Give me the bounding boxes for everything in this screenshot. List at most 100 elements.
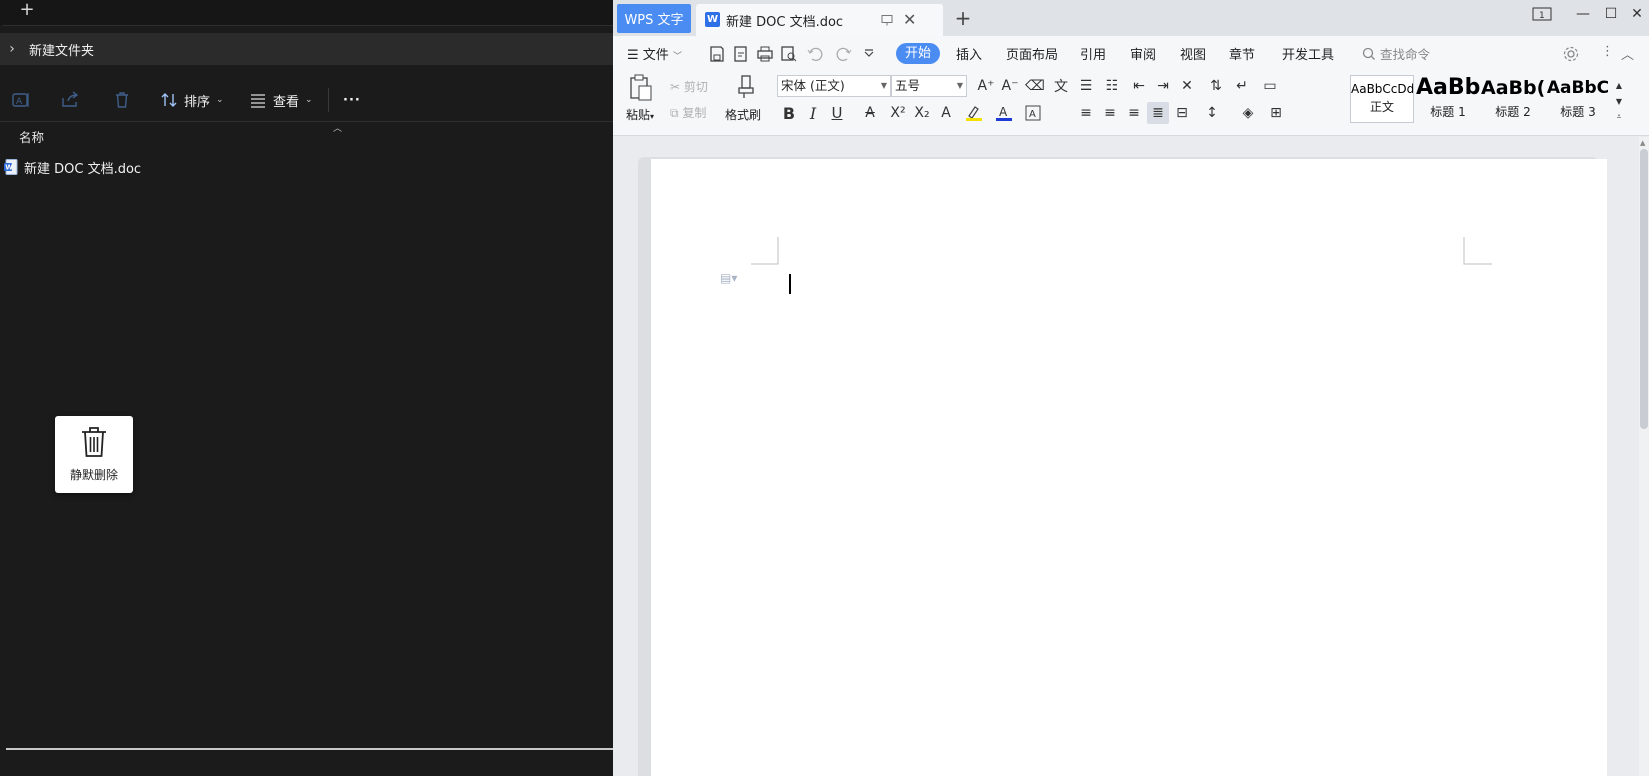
font-color-icon[interactable]: A	[993, 102, 1015, 124]
text-effect-icon[interactable]: A	[935, 102, 957, 124]
paste-icon[interactable]	[627, 74, 655, 102]
tab-insert[interactable]: 插入	[956, 44, 982, 63]
paste-label: 粘贴	[626, 108, 651, 122]
phonetic-guide-icon[interactable]: 文	[1050, 75, 1072, 97]
share-icon[interactable]	[56, 86, 84, 114]
redo-icon[interactable]	[835, 45, 853, 63]
new-tab-button[interactable]: +	[12, 0, 42, 23]
bullet-list-icon[interactable]: ☰	[1075, 75, 1097, 97]
column-header-name[interactable]: 名称	[19, 127, 44, 146]
tab-start[interactable]: 开始	[896, 43, 940, 64]
save-icon[interactable]	[708, 45, 726, 63]
file-name: 新建 DOC 文档.doc	[24, 161, 142, 177]
tab-chapter[interactable]: 章节	[1229, 44, 1255, 63]
style-name-heading-1: 标题 1	[1430, 105, 1466, 119]
print-icon[interactable]	[756, 45, 774, 63]
align-center-icon[interactable]: ≡	[1099, 102, 1121, 124]
align-right-icon[interactable]: ≡	[1123, 102, 1145, 124]
maximize-button[interactable]: ☐	[1597, 6, 1625, 22]
borders-icon[interactable]: ⊞	[1265, 102, 1287, 124]
grow-font-icon[interactable]: A⁺	[975, 75, 997, 97]
export-pdf-icon[interactable]	[732, 45, 750, 63]
sort-text-icon[interactable]: ⇅	[1205, 75, 1227, 97]
style-heading-3[interactable]: AaBbC 标题 3	[1546, 75, 1610, 123]
styles-more-icon[interactable]: ⩡	[1613, 106, 1625, 128]
close-window-button[interactable]: ✕	[1623, 6, 1649, 22]
file-list-item[interactable]: W 新建 DOC 文档.doc	[4, 155, 304, 179]
table-ruler-icon[interactable]: ▭	[1259, 75, 1281, 97]
tab-view[interactable]: 视图	[1180, 44, 1206, 63]
paste-button[interactable]: 粘贴▾	[626, 106, 654, 123]
delete-icon[interactable]	[108, 86, 136, 114]
strikethrough-icon[interactable]: A	[859, 102, 881, 124]
collapse-ribbon-icon[interactable]: ︿	[1621, 44, 1634, 63]
cut-label: 剪切	[683, 80, 708, 94]
wps-home-tab[interactable]: WPS 文字	[617, 4, 691, 33]
font-size-value: 五号	[895, 78, 921, 93]
pin-tab-icon[interactable]	[881, 14, 893, 26]
sort-button[interactable]: 排序 ⌄	[160, 86, 224, 114]
tab-references[interactable]: 引用	[1080, 44, 1106, 63]
close-tab-icon[interactable]: ✕	[903, 10, 916, 29]
style-heading-1[interactable]: AaBb 标题 1	[1416, 75, 1480, 123]
distributed-align-icon[interactable]: ⊟	[1171, 102, 1193, 124]
paragraph-options-icon[interactable]: ▤▾	[720, 271, 737, 285]
tab-developer-tools[interactable]: 开发工具	[1282, 44, 1334, 63]
view-button[interactable]: 查看 ⌄	[249, 86, 313, 114]
customize-toolbar-icon[interactable]	[860, 45, 878, 63]
new-tab-button[interactable]: +	[951, 6, 975, 30]
file-menu-label: 文件	[642, 48, 669, 63]
bold-icon[interactable]: B	[778, 102, 800, 124]
file-menu[interactable]: ☰ 文件 ﹀	[627, 44, 682, 63]
silent-delete-popup[interactable]: 静默删除	[55, 416, 133, 493]
more-options-icon[interactable]: ⋮	[1601, 44, 1614, 59]
scroll-up-arrow-icon[interactable]: ▲	[1640, 139, 1645, 147]
view-label: 查看	[273, 94, 300, 110]
chinese-layout-icon[interactable]: ✕	[1176, 75, 1198, 97]
document-tab[interactable]: W 新建 DOC 文档.doc ✕	[696, 4, 943, 36]
justify-icon[interactable]: ≣	[1147, 102, 1169, 124]
more-options-button[interactable]: ···	[343, 86, 361, 114]
format-painter-icon[interactable]	[733, 73, 759, 101]
align-left-icon[interactable]: ≡	[1075, 102, 1097, 124]
shading-icon[interactable]: ◈	[1237, 102, 1259, 124]
style-preview-heading-2: AaBb(	[1481, 77, 1545, 99]
document-page[interactable]: ▤▾	[651, 159, 1607, 776]
format-painter-label[interactable]: 格式刷	[725, 106, 761, 123]
breadcrumb-expand-icon[interactable]: ›	[4, 39, 20, 59]
scrollbar-thumb[interactable]	[1640, 149, 1648, 429]
window-count: 1	[1539, 11, 1545, 21]
font-size-select[interactable]: 五号 ▼	[891, 75, 967, 97]
rename-icon[interactable]: A	[7, 86, 35, 114]
font-name-select[interactable]: 宋体 (正文) ▼	[777, 75, 891, 97]
cut-button[interactable]: ✂ 剪切	[670, 78, 708, 95]
print-preview-icon[interactable]	[780, 45, 798, 63]
breadcrumb-folder[interactable]: 新建文件夹	[29, 40, 94, 59]
style-normal[interactable]: AaBbCcDd 正文	[1350, 75, 1414, 123]
increase-indent-icon[interactable]: ⇥	[1152, 75, 1174, 97]
style-heading-2[interactable]: AaBb( 标题 2	[1481, 75, 1545, 123]
italic-icon[interactable]: I	[802, 102, 824, 124]
address-bar[interactable]: › 新建文件夹	[0, 33, 613, 65]
shrink-font-icon[interactable]: A⁻	[999, 75, 1021, 97]
highlight-icon[interactable]	[963, 102, 985, 124]
minimize-button[interactable]: —	[1569, 6, 1597, 22]
numbered-list-icon[interactable]: ☷	[1101, 75, 1123, 97]
vertical-scrollbar[interactable]: ▲	[1639, 137, 1649, 776]
subscript-icon[interactable]: X₂	[911, 102, 933, 124]
command-search[interactable]: 查找命令	[1362, 44, 1430, 63]
tab-review[interactable]: 审阅	[1130, 44, 1156, 63]
line-spacing-icon[interactable]: ↕	[1201, 102, 1223, 124]
show-marks-icon[interactable]: ↵	[1231, 75, 1253, 97]
tab-page-layout[interactable]: 页面布局	[1006, 44, 1058, 63]
decrease-indent-icon[interactable]: ⇤	[1128, 75, 1150, 97]
underline-icon[interactable]: U	[826, 102, 848, 124]
character-border-icon[interactable]: A	[1022, 102, 1044, 124]
superscript-icon[interactable]: X²	[887, 102, 909, 124]
document-tab-title: 新建 DOC 文档.doc	[726, 15, 844, 30]
undo-icon[interactable]	[806, 45, 824, 63]
clear-format-icon[interactable]: ⌫	[1024, 75, 1046, 97]
settings-gear-icon[interactable]	[1562, 45, 1580, 63]
window-layout-button[interactable]: 1	[1532, 6, 1560, 22]
copy-button[interactable]: ⧉ 复制	[670, 104, 706, 121]
